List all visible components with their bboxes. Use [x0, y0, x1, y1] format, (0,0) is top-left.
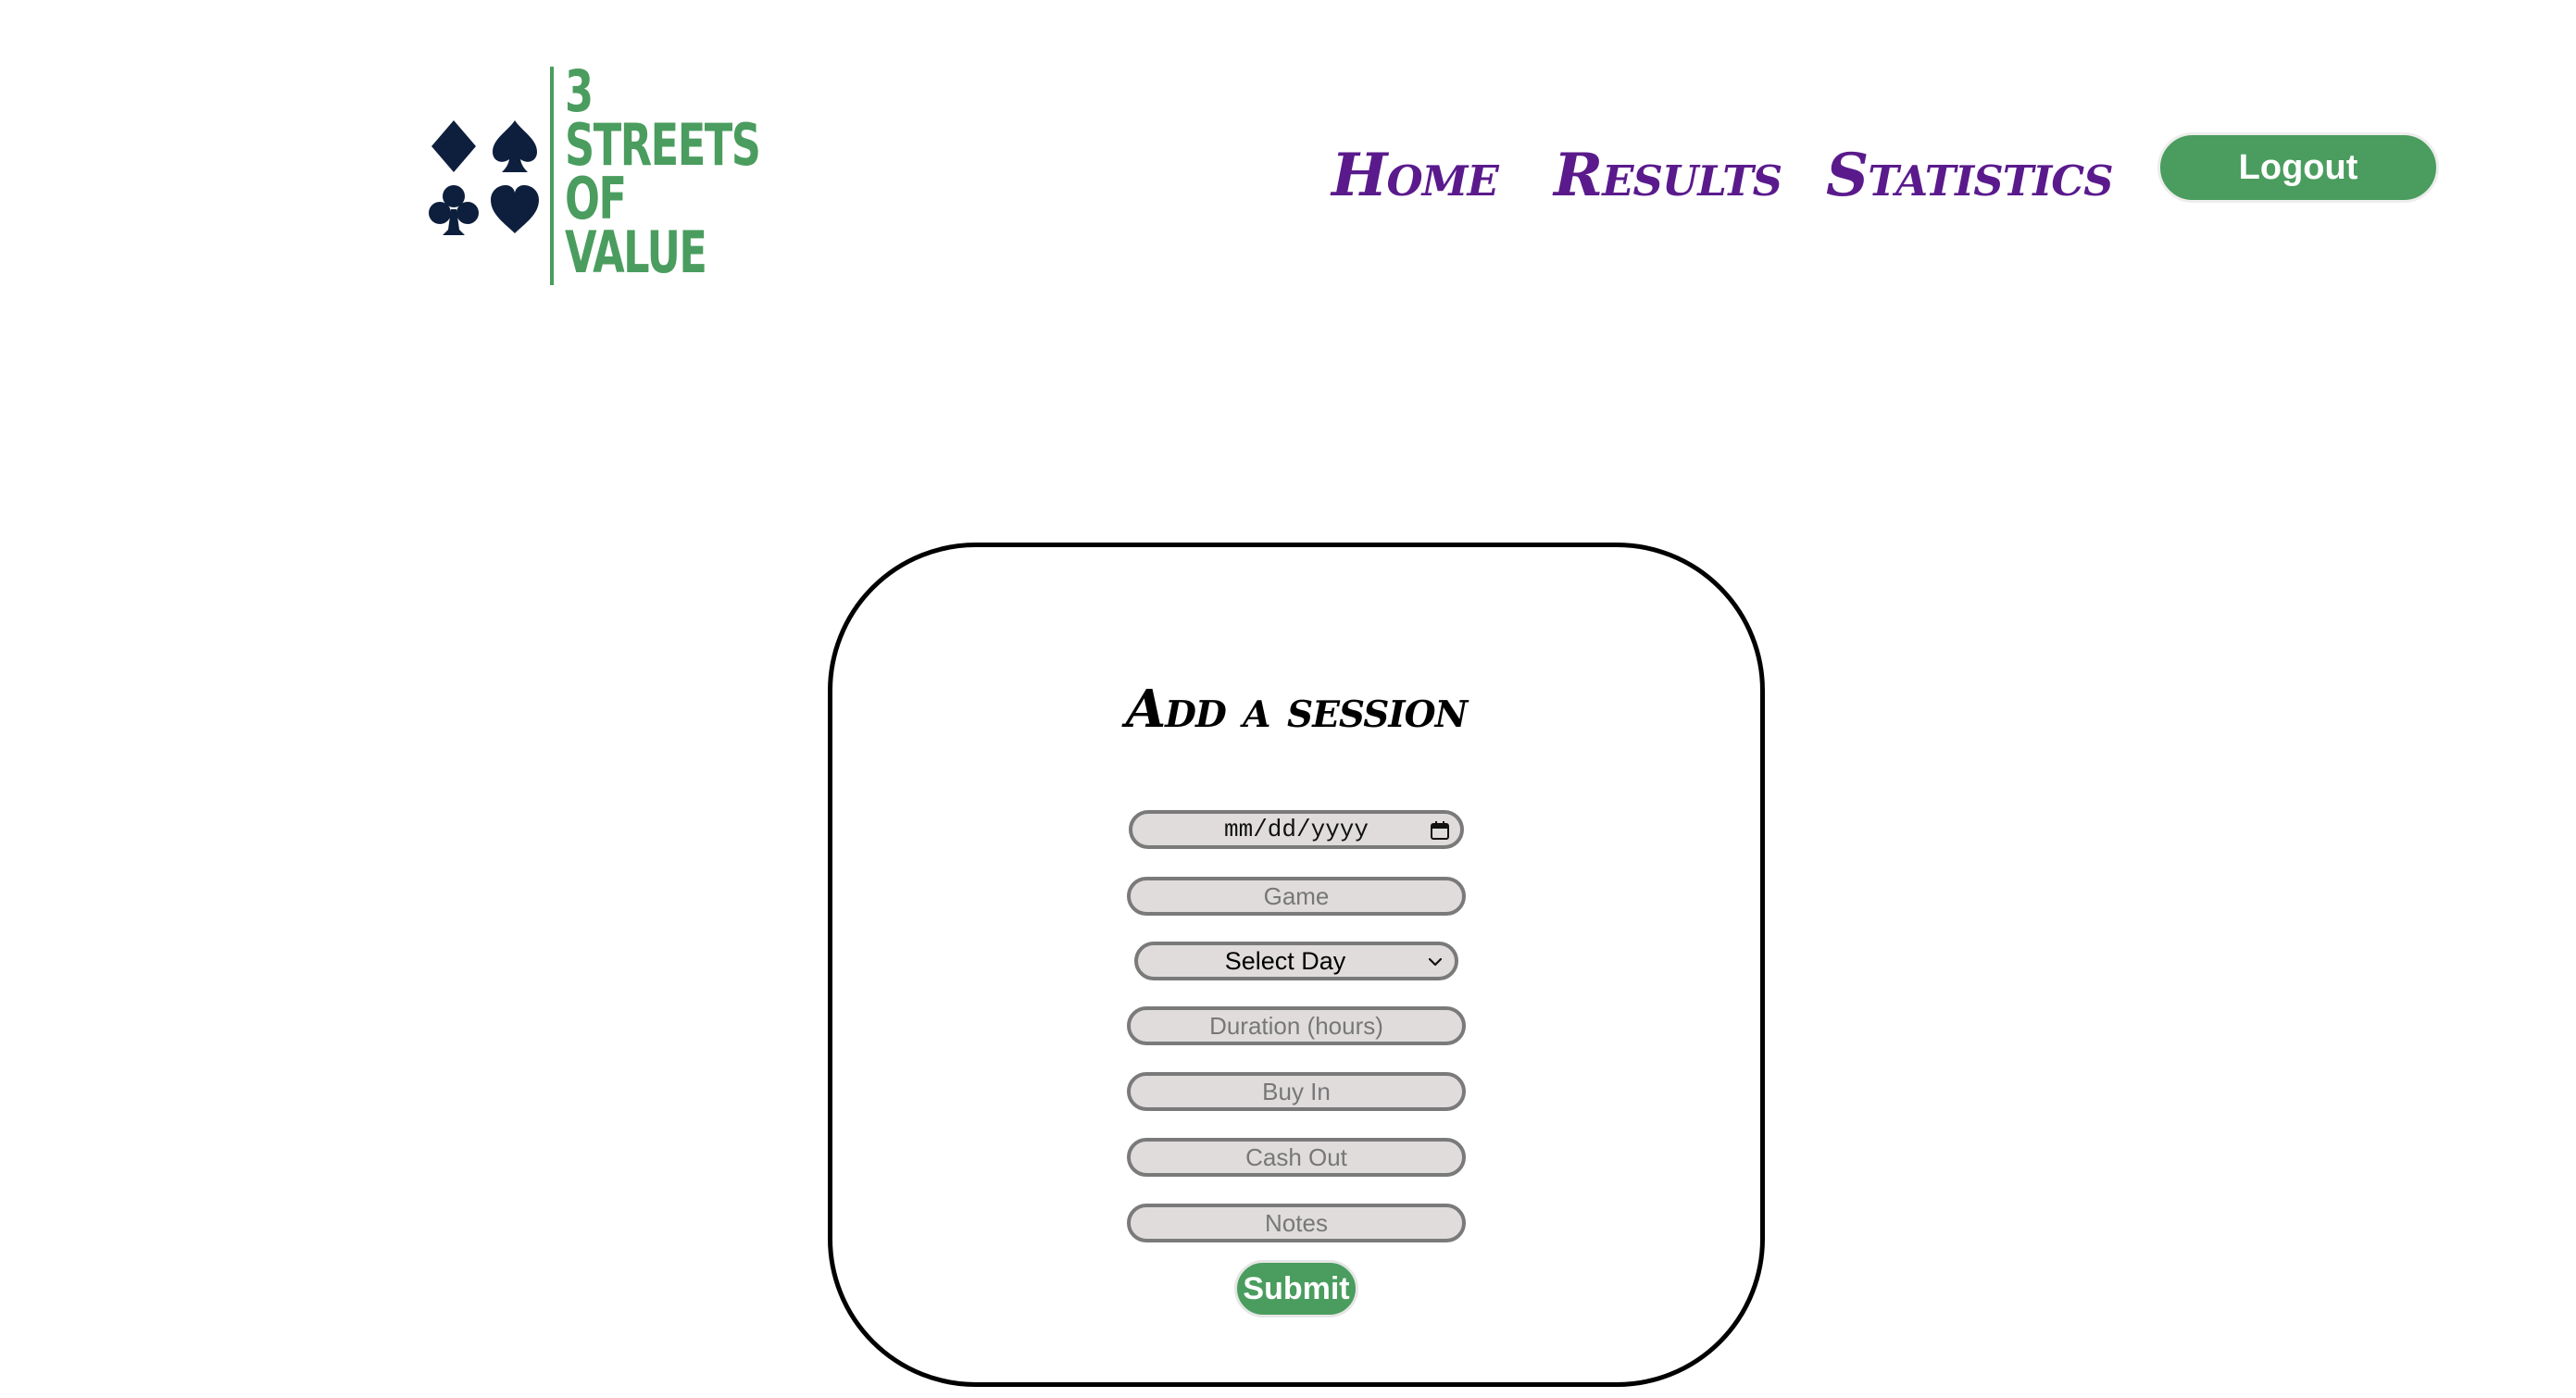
- logo-line: VALUE: [565, 218, 707, 286]
- day-select[interactable]: Select Day: [1134, 942, 1458, 980]
- submit-button[interactable]: Submit: [1234, 1260, 1358, 1317]
- notes-input[interactable]: [1127, 1204, 1466, 1242]
- calendar-icon[interactable]: [1429, 819, 1451, 842]
- day-select-value: Select Day: [1224, 947, 1346, 975]
- game-input[interactable]: [1127, 877, 1466, 916]
- date-placeholder: mm/dd/yyyy: [1223, 816, 1369, 843]
- duration-input[interactable]: [1127, 1006, 1466, 1045]
- logout-button[interactable]: Logout: [2157, 132, 2439, 203]
- nav-home-link[interactable]: Home: [1332, 139, 1499, 213]
- form-title: Add a session: [1125, 679, 1469, 740]
- add-session-card: Add a session mm/dd/yyyy Select Day Subm…: [828, 543, 1765, 1387]
- cash-out-input[interactable]: [1127, 1138, 1466, 1177]
- buy-in-input[interactable]: [1127, 1072, 1466, 1111]
- chevron-down-icon: [1427, 954, 1444, 970]
- nav-statistics-link[interactable]: Statistics: [1826, 139, 2114, 213]
- date-input[interactable]: mm/dd/yyyy: [1129, 810, 1464, 849]
- nav-results-link[interactable]: Results: [1554, 139, 1782, 213]
